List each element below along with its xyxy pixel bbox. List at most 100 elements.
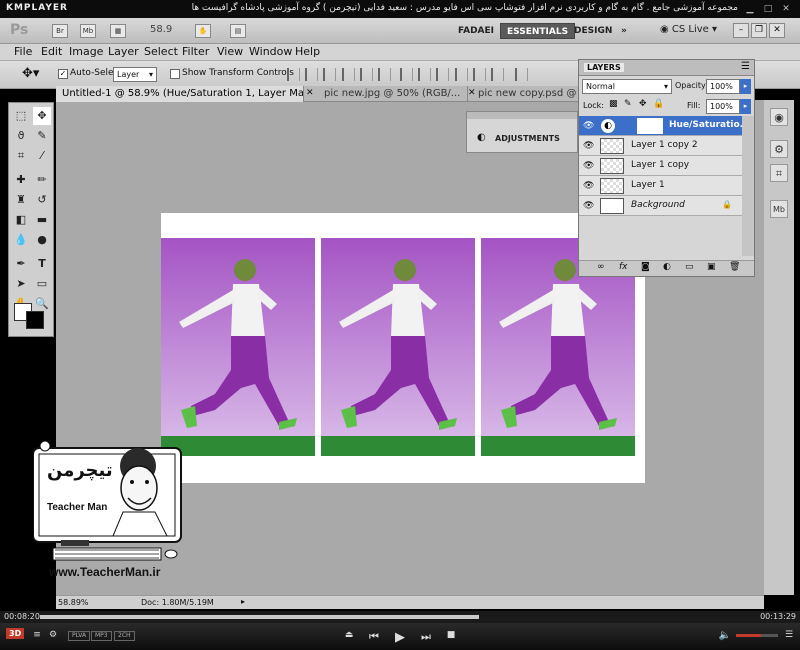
delete-layer-icon[interactable]: 🗑 — [729, 262, 740, 272]
ps-restore-icon[interactable]: ❐ — [751, 23, 767, 38]
blend-mode-select[interactable]: Normal ▾ — [582, 79, 672, 94]
clone-stamp-icon[interactable]: ♜ — [12, 191, 30, 209]
path-select-icon[interactable]: ➤ — [12, 275, 30, 293]
volume-slider[interactable] — [736, 634, 778, 637]
distribute-right-icon[interactable] — [491, 68, 504, 81]
menu-select[interactable]: Select — [144, 45, 178, 58]
menu-filter[interactable]: Filter — [182, 45, 209, 58]
crop-tool-icon[interactable]: ⌗ — [12, 147, 30, 165]
menu-edit[interactable]: Edit — [41, 45, 62, 58]
color-panel-icon[interactable]: ◉ — [770, 108, 788, 126]
move-tool-icon[interactable]: ✥ — [33, 107, 51, 125]
transform-panel-icon[interactable]: ⌗ — [770, 164, 788, 182]
minibridge-panel-icon[interactable]: Mb — [770, 200, 788, 218]
align-right-icon[interactable] — [378, 68, 391, 81]
auto-select-dropdown[interactable]: Layer ▾ — [113, 67, 157, 82]
eye-icon[interactable]: 👁 — [583, 201, 594, 211]
ps-close-icon[interactable]: ✕ — [769, 23, 785, 38]
move-tool-icon[interactable]: ✥▾ — [22, 66, 39, 81]
quick-select-icon[interactable]: ✎ — [33, 127, 51, 145]
show-transform-checkbox[interactable] — [170, 69, 180, 79]
previous-icon[interactable]: ⏮ — [367, 630, 381, 644]
layer-row-layer-1-copy-2[interactable]: 👁 Layer 1 copy 2 — [579, 136, 742, 156]
seek-bar[interactable] — [0, 611, 800, 623]
opacity-input[interactable]: 100% — [706, 79, 740, 94]
cs-live-button[interactable]: ◉ CS Live ▾ — [660, 24, 717, 35]
eye-icon[interactable]: 👁 — [583, 121, 594, 131]
arrange-documents-icon[interactable]: ▤ — [230, 24, 246, 38]
workspace-design[interactable]: DESIGN — [568, 23, 618, 39]
lock-position-icon[interactable]: ✥ — [639, 99, 647, 109]
fill-input[interactable]: 100% — [706, 99, 740, 114]
background-color-swatch[interactable] — [26, 311, 44, 329]
fill-arrow-icon[interactable]: ▸ — [740, 99, 751, 114]
align-hcenter-icon[interactable] — [360, 68, 373, 81]
layer-style-icon[interactable]: fx — [619, 262, 628, 272]
volume-icon[interactable]: 🔈 — [718, 630, 732, 641]
layer-row-layer-1[interactable]: 👁 Layer 1 — [579, 176, 742, 196]
opacity-arrow-icon[interactable]: ▸ — [740, 79, 751, 94]
bridge-icon[interactable]: Br — [52, 24, 68, 38]
workspace-essentials[interactable]: ESSENTIALS — [500, 23, 576, 39]
settings-icon[interactable]: ⚙ — [46, 630, 60, 640]
healing-brush-icon[interactable]: ✚ — [12, 171, 30, 189]
eject-icon[interactable]: ⏏ — [342, 630, 356, 640]
eye-icon[interactable]: 👁 — [583, 161, 594, 171]
menu-image[interactable]: Image — [69, 45, 103, 58]
link-layers-icon[interactable]: ∞ — [597, 262, 605, 272]
menu-help[interactable]: Help — [295, 45, 320, 58]
status-arrow-icon[interactable]: ▸ — [241, 597, 245, 606]
align-top-icon[interactable] — [287, 68, 300, 81]
more-workspaces-icon[interactable]: » — [615, 23, 633, 39]
equalizer-icon[interactable]: ☰ — [782, 630, 796, 640]
minibridge-icon[interactable]: Mb — [80, 24, 96, 38]
next-icon[interactable]: ⏭ — [419, 630, 433, 644]
tab-close-icon[interactable]: ✕ — [306, 88, 314, 98]
swatches-panel-icon[interactable]: ⚙ — [770, 140, 788, 158]
layer-row-layer-1-copy[interactable]: 👁 Layer 1 copy — [579, 156, 742, 176]
layer-row-hue-saturation[interactable]: 👁 ◐ Hue/Saturatio... — [579, 116, 750, 136]
lock-transparency-icon[interactable]: ▩ — [609, 99, 618, 109]
eraser-icon[interactable]: ◧ — [12, 211, 30, 229]
layer-row-background[interactable]: 👁 Background 🔒 — [579, 196, 742, 216]
menu-window[interactable]: Window — [249, 45, 292, 58]
stop-icon[interactable]: ■ — [444, 630, 458, 640]
new-adjustment-icon[interactable]: ◐ — [663, 262, 671, 272]
align-vcenter-icon[interactable] — [305, 68, 318, 81]
dodge-tool-icon[interactable]: ● — [33, 231, 51, 249]
eyedropper-icon[interactable]: ⁄ — [33, 147, 51, 165]
align-bottom-icon[interactable] — [323, 68, 336, 81]
hand-tool-icon[interactable]: ✋ — [195, 24, 211, 38]
distribute-bottom-icon[interactable] — [436, 68, 449, 81]
new-group-icon[interactable]: ▭ — [685, 262, 694, 272]
add-mask-icon[interactable]: ◙ — [641, 262, 650, 272]
shape-tool-icon[interactable]: ▭ — [33, 275, 51, 293]
zoom-field[interactable]: 58.89% — [58, 598, 89, 607]
history-brush-icon[interactable]: ↺ — [33, 191, 51, 209]
zoom-level-select[interactable]: 58.9 — [150, 24, 172, 35]
tab-pic-new-copy[interactable]: pic new copy.psd @ 50... — [472, 86, 586, 102]
menu-layer[interactable]: Layer — [108, 45, 139, 58]
distribute-vcenter-icon[interactable] — [418, 68, 431, 81]
close-icon[interactable]: ✕ — [780, 4, 792, 14]
auto-align-icon[interactable] — [515, 68, 528, 81]
marquee-tool-icon[interactable]: ⬚ — [12, 107, 30, 125]
tab-pic-new[interactable]: pic new.jpg @ 50% (RGB/... — [318, 86, 468, 102]
auto-select-checkbox[interactable]: ✓ — [58, 69, 68, 79]
panel-menu-icon[interactable]: ☰ — [741, 61, 750, 72]
view-extras-icon[interactable]: ▦ — [110, 24, 126, 38]
distribute-left-icon[interactable] — [455, 68, 468, 81]
blur-tool-icon[interactable]: 💧 — [12, 231, 30, 249]
play-icon[interactable]: ▶ — [393, 630, 407, 645]
brush-tool-icon[interactable]: ✏ — [33, 171, 51, 189]
adjustments-panel[interactable]: ◐ ADJUSTMENTS — [466, 111, 578, 153]
align-left-icon[interactable] — [342, 68, 355, 81]
type-tool-icon[interactable]: T — [33, 255, 51, 273]
gradient-icon[interactable]: ▬ — [33, 211, 51, 229]
new-layer-icon[interactable]: ▣ — [707, 262, 716, 272]
eye-icon[interactable]: 👁 — [583, 181, 594, 191]
tab-untitled-1[interactable]: Untitled-1 @ 58.9% (Hue/Saturation 1, La… — [56, 86, 304, 102]
minimize-icon[interactable]: ▁ — [744, 4, 756, 14]
eye-icon[interactable]: 👁 — [583, 141, 594, 151]
lock-all-icon[interactable]: 🔒 — [653, 99, 664, 109]
